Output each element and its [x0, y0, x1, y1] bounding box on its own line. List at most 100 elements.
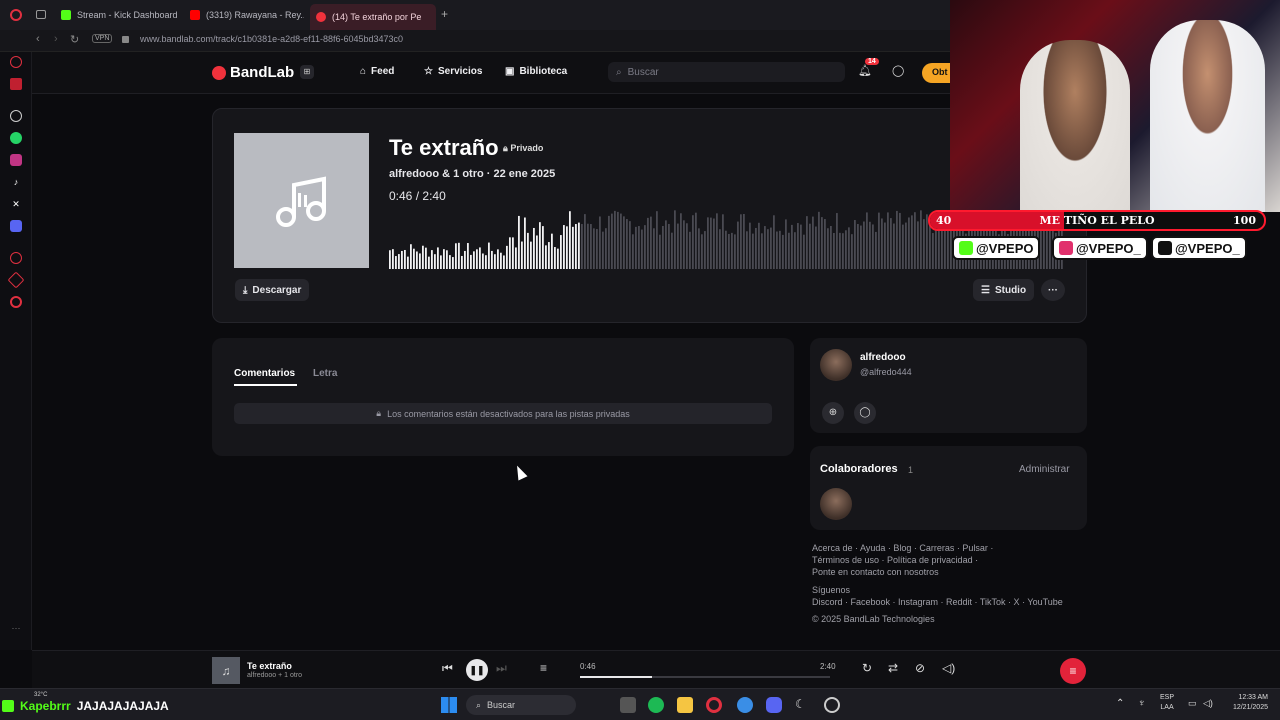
waveform-bar [452, 257, 454, 269]
windows-start-icon[interactable] [441, 697, 457, 713]
nav-feed[interactable]: ⌂ Feed [360, 66, 394, 77]
speaker-icon[interactable]: ◁) [1203, 698, 1213, 709]
weather-widget[interactable]: 32°C [34, 692, 47, 698]
discord-icon[interactable] [10, 220, 22, 232]
crypto-wallet-icon[interactable] [10, 78, 22, 90]
file-explorer-icon[interactable] [677, 697, 693, 713]
more-options-button[interactable]: ··· [1041, 279, 1065, 301]
nav-servicios[interactable]: ☆ Servicios [424, 66, 482, 77]
download-button[interactable]: ⤓ Descargar [235, 279, 310, 301]
system-clock[interactable]: 12:33 AM 12/21/2025 [1220, 693, 1268, 713]
apps-grid-icon[interactable]: ⊞ [300, 65, 314, 79]
notifications-bell-icon[interactable]: 🔔︎ [858, 64, 872, 77]
shuffle-icon[interactable]: ⇄ [888, 661, 898, 675]
next-track-icon[interactable]: ⏭︎ [496, 661, 507, 676]
waveform-bar [701, 234, 703, 269]
browser-icon[interactable] [737, 697, 753, 713]
chatgpt-icon[interactable] [10, 110, 22, 122]
tiktok-icon[interactable]: ♪ [10, 176, 22, 188]
waveform-bar [776, 231, 778, 269]
tab-overview-icon[interactable] [36, 10, 46, 19]
avatar[interactable] [820, 349, 852, 381]
message-user-icon[interactable]: ◯ [854, 402, 876, 424]
task-view-icon[interactable] [620, 697, 636, 713]
mouse-cursor [512, 463, 528, 481]
autoplay-off-icon[interactable]: ⊘ [915, 661, 925, 675]
url-field[interactable]: www.bandlab.com/track/c1b0381e-a2d8-ef11… [140, 34, 403, 44]
avatar[interactable] [820, 488, 852, 520]
app-icon[interactable]: ☾ [795, 697, 811, 713]
footer-links-2[interactable]: Términos de uso · Política de privacidad… [812, 555, 978, 565]
clock-date: 12/21/2025 [1232, 704, 1268, 711]
discord-icon[interactable] [766, 697, 782, 713]
waveform-bar [764, 226, 766, 269]
waveform-bar [923, 219, 925, 269]
owner-name[interactable]: alfredooo [860, 352, 906, 363]
player-track-title[interactable]: Te extraño [247, 661, 292, 671]
active-tab-indicator [234, 384, 297, 386]
player-thumbnail[interactable]: ♫ [212, 657, 240, 684]
x-icon[interactable]: ✕ [10, 198, 22, 210]
pause-button[interactable]: ❚❚ [466, 659, 488, 681]
reload-icon[interactable]: ↻ [70, 33, 79, 46]
volume-icon[interactable]: ◁) [942, 661, 955, 675]
repeat-icon[interactable]: ↻ [862, 661, 872, 675]
microphone-icon[interactable]: ♆ [1138, 698, 1146, 709]
player-track-artist[interactable]: alfredooo + 1 otro [247, 672, 302, 679]
footer-social-links[interactable]: Discord · Facebook · Instagram · Reddit … [812, 597, 1063, 607]
obs-icon[interactable] [824, 697, 840, 713]
network-icon[interactable]: ▭ [1188, 698, 1197, 709]
queue-list-icon[interactable]: ≡ [540, 661, 547, 675]
kick-handle: @VPEPO [976, 240, 1034, 256]
tray-chevron-icon[interactable]: ⌃ [1116, 698, 1124, 709]
follow-user-icon[interactable]: ⊕ [822, 402, 844, 424]
whatsapp-icon[interactable] [10, 132, 22, 144]
back-icon[interactable]: ‹ [36, 33, 40, 45]
studio-button[interactable]: ☰ Studio [973, 279, 1035, 301]
nav-biblioteca[interactable]: ▣ Biblioteca [505, 66, 567, 77]
tab-kick-dashboard[interactable]: Stream - Kick Dashboard [55, 4, 180, 26]
footer-contact-link[interactable]: Ponte en contacto con nosotros [812, 567, 939, 577]
waveform-bar [497, 249, 499, 269]
language-indicator[interactable]: ESP LAA [1160, 693, 1174, 713]
sidebar-more-icon[interactable]: ··· [10, 622, 22, 634]
player-progress-bar[interactable] [580, 676, 830, 678]
library-icon: ▣ [505, 66, 515, 77]
waveform-bar [713, 218, 715, 269]
tab-letra[interactable]: Letra [313, 368, 337, 379]
messages-icon[interactable]: ◯ [892, 64, 904, 77]
pinboard-icon[interactable] [7, 271, 25, 289]
previous-track-icon[interactable]: ⏮︎ [442, 661, 453, 676]
settings-icon[interactable] [10, 296, 22, 308]
waveform-bar [836, 213, 838, 269]
aria-icon[interactable] [10, 56, 22, 68]
waveform-bar [782, 234, 784, 269]
search-input[interactable]: ⌕ Buscar [608, 62, 845, 82]
manage-collaborators-link[interactable]: Administrar [1019, 464, 1070, 475]
waveform-bar [521, 241, 523, 269]
tiktok-handle: @VPEPO_ [1175, 240, 1240, 256]
download-label: Descargar [252, 284, 302, 296]
opera-icon[interactable] [706, 697, 722, 713]
waveform-bar [920, 210, 922, 269]
tab-youtube[interactable]: (3319) Rawayana - Rey... [184, 4, 304, 26]
spotify-icon[interactable] [648, 697, 664, 713]
forward-icon[interactable]: › [54, 33, 58, 45]
new-tab-button[interactable]: + [441, 7, 448, 21]
waveform-bar [464, 250, 466, 269]
instagram-icon[interactable] [10, 154, 22, 166]
tab-comentarios[interactable]: Comentarios [234, 368, 295, 379]
footer-links-1[interactable]: Acerca de · Ayuda · Blog · Carreras · Pu… [812, 543, 993, 553]
waveform-bar [1043, 226, 1045, 269]
collaborators-title: Colaboradores [820, 463, 898, 475]
waveform-bar [473, 251, 475, 269]
bandlab-logo[interactable]: BandLab [212, 64, 294, 81]
vpn-badge[interactable]: VPN [92, 34, 113, 43]
kick-icon [61, 10, 71, 20]
opera-menu-icon[interactable] [10, 9, 22, 21]
queue-button[interactable]: ≡ [1060, 658, 1086, 684]
taskbar-search[interactable]: ⌕ Buscar [466, 695, 576, 715]
track-artist-line[interactable]: alfredooo & 1 otro · 22 ene 2025 [389, 168, 555, 180]
tab-bandlab[interactable]: (14) Te extraño por Pe [310, 4, 436, 30]
history-icon[interactable] [10, 252, 22, 264]
